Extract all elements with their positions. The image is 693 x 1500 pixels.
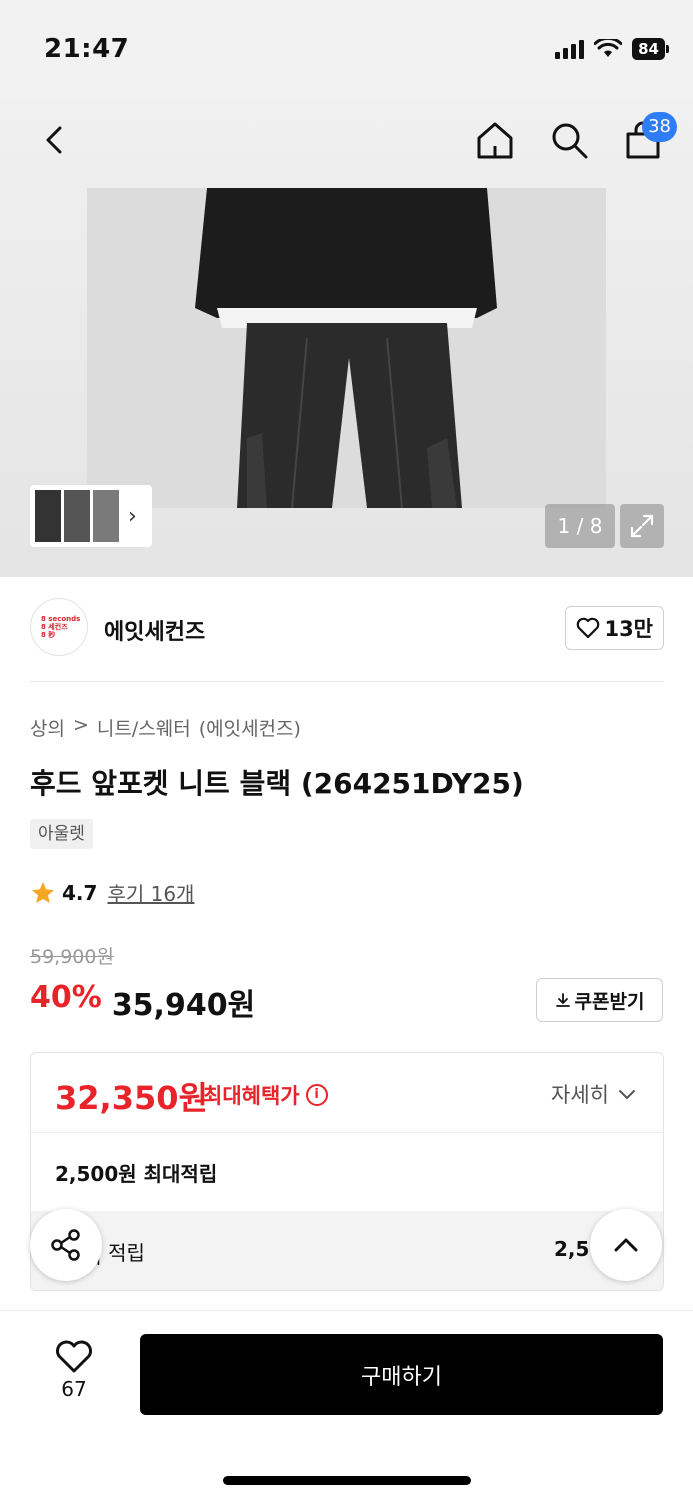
fullscreen-button[interactable] [620, 504, 664, 548]
wifi-icon [594, 39, 623, 57]
buy-button[interactable]: 구매하기 [140, 1334, 663, 1415]
status-time: 21:47 [44, 34, 130, 64]
heart-icon [56, 1340, 92, 1373]
scroll-top-button[interactable] [590, 1209, 662, 1281]
thumbnail-1[interactable] [35, 490, 61, 542]
brand-like-button[interactable]: 13만 [565, 606, 664, 650]
best-price-label: 최대혜택가 i [203, 1080, 328, 1110]
header-actions: 38 [473, 112, 677, 162]
chevron-left-icon [46, 126, 62, 154]
cart-count-badge: 38 [642, 112, 677, 142]
breadcrumb-brand[interactable]: (에잇세컨즈) [199, 714, 301, 741]
benefit-box: 32,350원 최대혜택가 i 자세히 2,500원 최대적립 | 적립 2,5 [30, 1052, 664, 1291]
breadcrumb-separator: > [72, 714, 89, 736]
back-button[interactable] [34, 120, 74, 160]
sale-price: 35,940원 [111, 988, 256, 1023]
brand-like-count: 13만 [604, 617, 653, 641]
coupon-label: 쿠폰받기 [574, 990, 645, 1013]
discount-rate: 40% [30, 980, 102, 1015]
status-bar: 21:47 84 [0, 0, 693, 100]
product-gallery[interactable]: 38 › 1 / 8 [0, 100, 693, 577]
breadcrumb: 상의 > 니트/스웨터 (에잇세컨즈) [30, 714, 301, 741]
download-icon [555, 993, 570, 1007]
coupon-button[interactable]: 쿠폰받기 [536, 978, 663, 1022]
product-title: 후드 앞포켓 니트 블랙 (264251DY25) [30, 767, 524, 800]
points-row: 2,500원 최대적립 [31, 1133, 663, 1211]
signal-icon [555, 39, 585, 59]
divider [30, 681, 664, 682]
thumbnail-2[interactable] [64, 490, 90, 542]
thumbnail-strip[interactable]: › [30, 485, 152, 547]
share-icon [51, 1229, 80, 1261]
chevron-up-icon [614, 1238, 638, 1252]
chevron-down-icon [619, 1090, 635, 1100]
product-photo[interactable] [87, 188, 606, 508]
search-button[interactable] [547, 118, 591, 162]
best-price: 32,350원 [55, 1079, 208, 1117]
brand-logo[interactable]: 8 seconds 8 세컨즈 8 秒 [30, 598, 88, 656]
details-toggle[interactable]: 자세히 [551, 1079, 637, 1109]
earn-row: | 적립 2,5 [31, 1211, 663, 1290]
original-price: 59,900원 [30, 946, 114, 968]
rating-row: 4.7 후기 16개 [30, 878, 194, 907]
rating-score: 4.7 [62, 880, 98, 905]
like-button[interactable]: 67 [48, 1339, 100, 1401]
search-icon [552, 123, 588, 159]
brand-name[interactable]: 에잇세컨즈 [104, 614, 205, 646]
price-row: 40% 35,940원 [30, 980, 255, 1024]
star-icon [32, 881, 54, 903]
status-icons: 84 [555, 38, 669, 60]
thumbnail-3[interactable] [93, 490, 119, 542]
earn-value: 2,5 [554, 1237, 590, 1261]
breadcrumb-subcategory[interactable]: 니트/스웨터 [97, 714, 191, 741]
benefit-header: 32,350원 최대혜택가 i 자세히 [31, 1053, 663, 1133]
info-icon[interactable]: i [305, 1084, 328, 1106]
expand-icon [630, 514, 654, 538]
home-icon [477, 122, 513, 159]
chevron-right-icon: › [128, 503, 137, 529]
cart-button[interactable]: 38 [621, 112, 677, 162]
bottom-action-bar: 67 구매하기 [0, 1310, 693, 1500]
heart-icon [577, 617, 600, 639]
max-points: 2,500원 최대적립 [55, 1162, 218, 1186]
battery-icon: 84 [632, 38, 669, 60]
share-button[interactable] [30, 1209, 102, 1281]
breadcrumb-category[interactable]: 상의 [30, 714, 65, 741]
earn-label: | 적립 [95, 1241, 145, 1265]
reviews-link[interactable]: 후기 16개 [107, 878, 194, 907]
home-button[interactable] [473, 118, 517, 162]
home-indicator [223, 1476, 471, 1485]
like-count: 67 [61, 1377, 87, 1401]
page-indicator: 1 / 8 [545, 504, 615, 548]
outlet-tag: 아울렛 [30, 819, 93, 849]
brand-row: 8 seconds 8 세컨즈 8 秒 에잇세컨즈 13만 [30, 598, 664, 660]
